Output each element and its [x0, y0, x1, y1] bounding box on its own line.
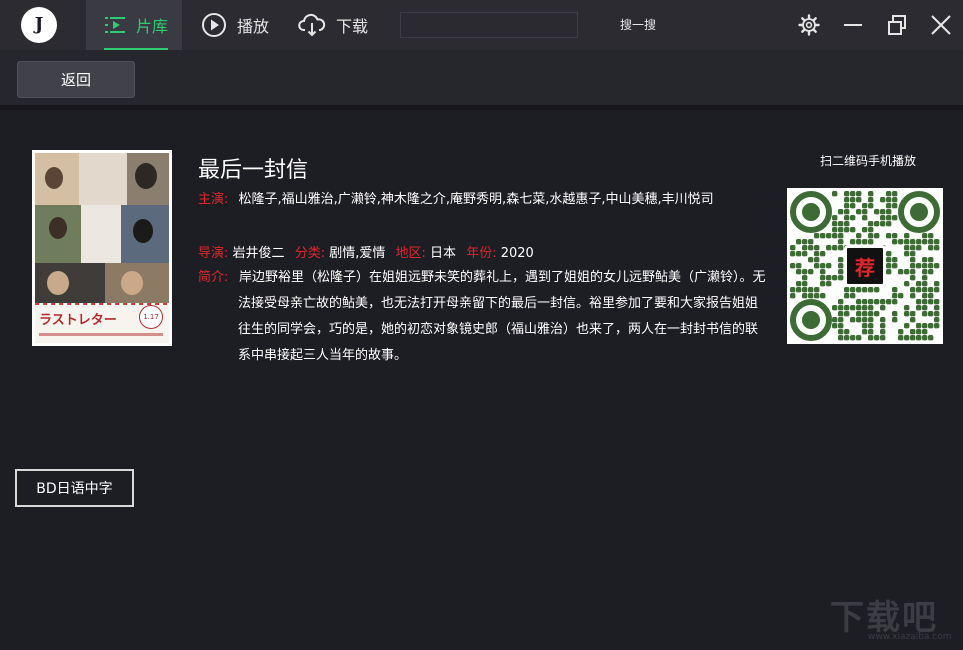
nav-tab-download-label: 下载 [336, 17, 369, 36]
genre-value: 剧情,爱情 [329, 246, 386, 261]
region-value: 日本 [430, 246, 457, 261]
synopsis-label-row: 简介: [198, 266, 228, 285]
toolbar [0, 50, 963, 105]
poster-date: 1.17 [139, 305, 163, 329]
cast-value: 松隆子,福山雅治,广濑铃,神木隆之介,庵野秀明,森七菜,水越惠子,中山美穗,丰川… [238, 192, 714, 207]
director-value: 岩井俊二 [232, 246, 285, 261]
movie-poster: ラストレター 1.17 [32, 150, 172, 346]
restore-icon [888, 15, 906, 35]
title-bar: J 片库 播放 下载 搜一搜 [0, 0, 963, 50]
year-value: 2020 [500, 246, 534, 261]
app-logo[interactable]: J [21, 7, 57, 43]
director-label: 导演: [198, 246, 229, 261]
poster-title: ラストレター [39, 313, 117, 328]
info-row: 导演: 岩井俊二 分类: 剧情,爱情 地区: 日本 年份: 2020 [198, 242, 534, 261]
nav-tab-play-label: 播放 [237, 17, 270, 36]
qr-code: 荐 [787, 188, 943, 344]
restore-button[interactable] [885, 13, 909, 37]
search-input[interactable] [400, 12, 578, 38]
source-button[interactable]: BD日语中字 [15, 469, 134, 507]
cast-label: 主演: [198, 192, 229, 207]
nav-tab-library-label: 片库 [136, 17, 169, 36]
nav-tab-download[interactable]: 下载 [298, 0, 368, 50]
download-icon [298, 13, 326, 37]
gear-icon [798, 14, 820, 36]
search-button[interactable]: 搜一搜 [620, 16, 656, 33]
library-icon [105, 17, 125, 33]
close-button[interactable] [929, 13, 953, 37]
region-label: 地区: [395, 246, 426, 261]
minimize-icon [844, 24, 862, 26]
close-icon [931, 15, 951, 35]
synopsis-text: 岸边野裕里（松隆子）在姐姐远野未笑的葬礼上，遇到了姐姐的女儿远野鲇美（广濑铃）。… [238, 270, 766, 363]
play-icon [202, 13, 226, 37]
year-label: 年份: [466, 246, 497, 261]
genre-label: 分类: [294, 246, 326, 261]
nav-tab-library[interactable]: 片库 [86, 0, 183, 50]
minimize-button[interactable] [841, 13, 865, 37]
cast-row: 主演: 松隆子,福山雅治,广濑铃,神木隆之介,庵野秀明,森七菜,水越惠子,中山美… [198, 188, 714, 207]
qr-center-logo: 荐 [844, 245, 886, 287]
divider [0, 105, 963, 110]
qr-label: 扫二维码手机播放 [820, 154, 917, 168]
watermark-url: www.xiazaiba.com [868, 632, 952, 642]
nav-tab-play[interactable]: 播放 [201, 0, 269, 50]
synopsis-label: 简介: [198, 270, 229, 285]
movie-title: 最后一封信 [198, 158, 309, 183]
back-button[interactable]: 返回 [17, 61, 135, 98]
settings-button[interactable] [797, 13, 821, 37]
logo-text: J [34, 14, 44, 35]
